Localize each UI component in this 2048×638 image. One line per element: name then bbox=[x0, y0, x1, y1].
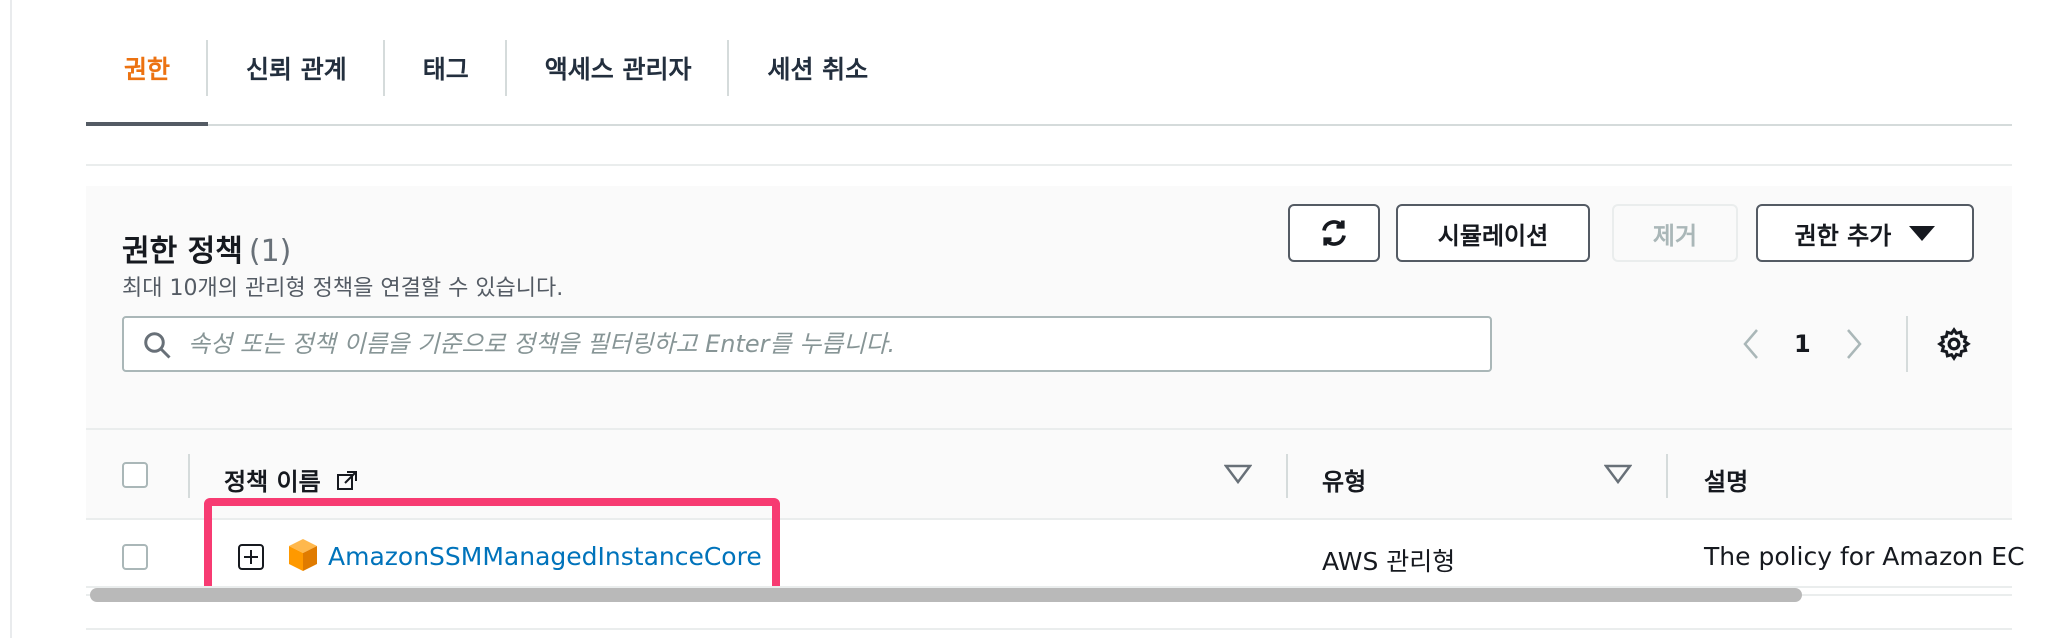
remove-button[interactable]: 제거 bbox=[1612, 204, 1738, 262]
table-header: 정책 이름 유형 설명 bbox=[86, 428, 2012, 520]
permissions-policies-container: 권한 정책 (1) 최대 10개의 관리형 정책을 연결할 수 있습니다. 시뮬레… bbox=[86, 164, 2025, 602]
table-row: AmazonSSMManagedInstanceCore AWS 관리형 The… bbox=[86, 520, 2025, 596]
external-link-icon bbox=[337, 471, 358, 490]
refresh-button[interactable] bbox=[1288, 204, 1380, 262]
aws-managed-cube-icon bbox=[289, 539, 317, 571]
pagination-divider bbox=[1906, 316, 1908, 372]
policy-filter bbox=[122, 316, 1492, 372]
section-divider bbox=[86, 628, 2012, 630]
column-divider bbox=[188, 454, 190, 498]
column-header-description[interactable]: 설명 bbox=[1704, 462, 1748, 497]
tab-trust-relationships[interactable]: 신뢰 관계 bbox=[208, 40, 385, 124]
policies-count: (1) bbox=[248, 234, 292, 269]
policies-title: 권한 정책 (1) bbox=[122, 226, 291, 270]
tab-revoke-sessions[interactable]: 세션 취소 bbox=[729, 40, 906, 124]
tab-tags[interactable]: 태그 bbox=[385, 40, 507, 124]
add-permissions-button[interactable]: 권한 추가 bbox=[1756, 204, 1974, 262]
horizontal-scrollbar[interactable] bbox=[90, 586, 2006, 602]
column-divider bbox=[1286, 454, 1288, 498]
column-header-type[interactable]: 유형 bbox=[1322, 462, 1366, 497]
select-all-checkbox[interactable] bbox=[122, 462, 148, 488]
policy-name-link[interactable]: AmazonSSMManagedInstanceCore bbox=[328, 542, 762, 571]
tab-label: 신뢰 관계 bbox=[246, 55, 347, 84]
tab-label: 액세스 관리자 bbox=[544, 55, 692, 84]
gear-icon[interactable] bbox=[1936, 326, 1972, 362]
sort-icon[interactable] bbox=[1604, 464, 1632, 484]
section-divider bbox=[86, 586, 2012, 588]
policy-search-input[interactable] bbox=[186, 318, 1476, 370]
policies-title-text: 권한 정책 bbox=[122, 234, 243, 269]
next-page-button[interactable] bbox=[1839, 326, 1869, 362]
pagination: 1 bbox=[1736, 316, 1869, 372]
column-divider bbox=[1666, 454, 1668, 498]
left-border bbox=[10, 0, 12, 638]
chevron-left-icon bbox=[1743, 329, 1758, 359]
simulate-button[interactable]: 시뮬레이션 bbox=[1396, 204, 1590, 262]
policy-type: AWS 관리형 bbox=[1322, 547, 1456, 576]
policies-description: 최대 10개의 관리형 정책을 연결할 수 있습니다. bbox=[122, 276, 564, 301]
tab-bar: 권한 신뢰 관계 태그 액세스 관리자 세션 취소 bbox=[86, 40, 2012, 126]
tab-permissions[interactable]: 권한 bbox=[86, 40, 209, 126]
chevron-right-icon bbox=[1846, 329, 1862, 359]
tab-access-advisor[interactable]: 액세스 관리자 bbox=[507, 40, 730, 124]
column-header-policy-name[interactable]: 정책 이름 bbox=[224, 462, 359, 497]
scrollbar-thumb[interactable] bbox=[90, 588, 1802, 602]
caret-down-icon bbox=[1909, 225, 1936, 241]
policy-description: The policy for Amazon EC bbox=[1704, 542, 2025, 571]
current-page[interactable]: 1 bbox=[1794, 330, 1811, 358]
row-checkbox[interactable] bbox=[122, 544, 148, 570]
expand-icon[interactable] bbox=[238, 544, 264, 570]
tab-label: 권한 bbox=[124, 55, 171, 84]
previous-page-button[interactable] bbox=[1736, 326, 1766, 362]
refresh-icon bbox=[1322, 220, 1346, 246]
tab-label: 태그 bbox=[422, 55, 469, 84]
tab-label: 세션 취소 bbox=[767, 55, 869, 84]
column-header-label: 정책 이름 bbox=[224, 468, 321, 496]
add-permissions-label: 권한 추가 bbox=[1794, 221, 1892, 250]
search-icon bbox=[144, 332, 171, 359]
sort-icon[interactable] bbox=[1224, 464, 1252, 484]
permissions-policies-panel: 권한 정책 (1) 최대 10개의 관리형 정책을 연결할 수 있습니다. 시뮬레… bbox=[86, 186, 2025, 602]
